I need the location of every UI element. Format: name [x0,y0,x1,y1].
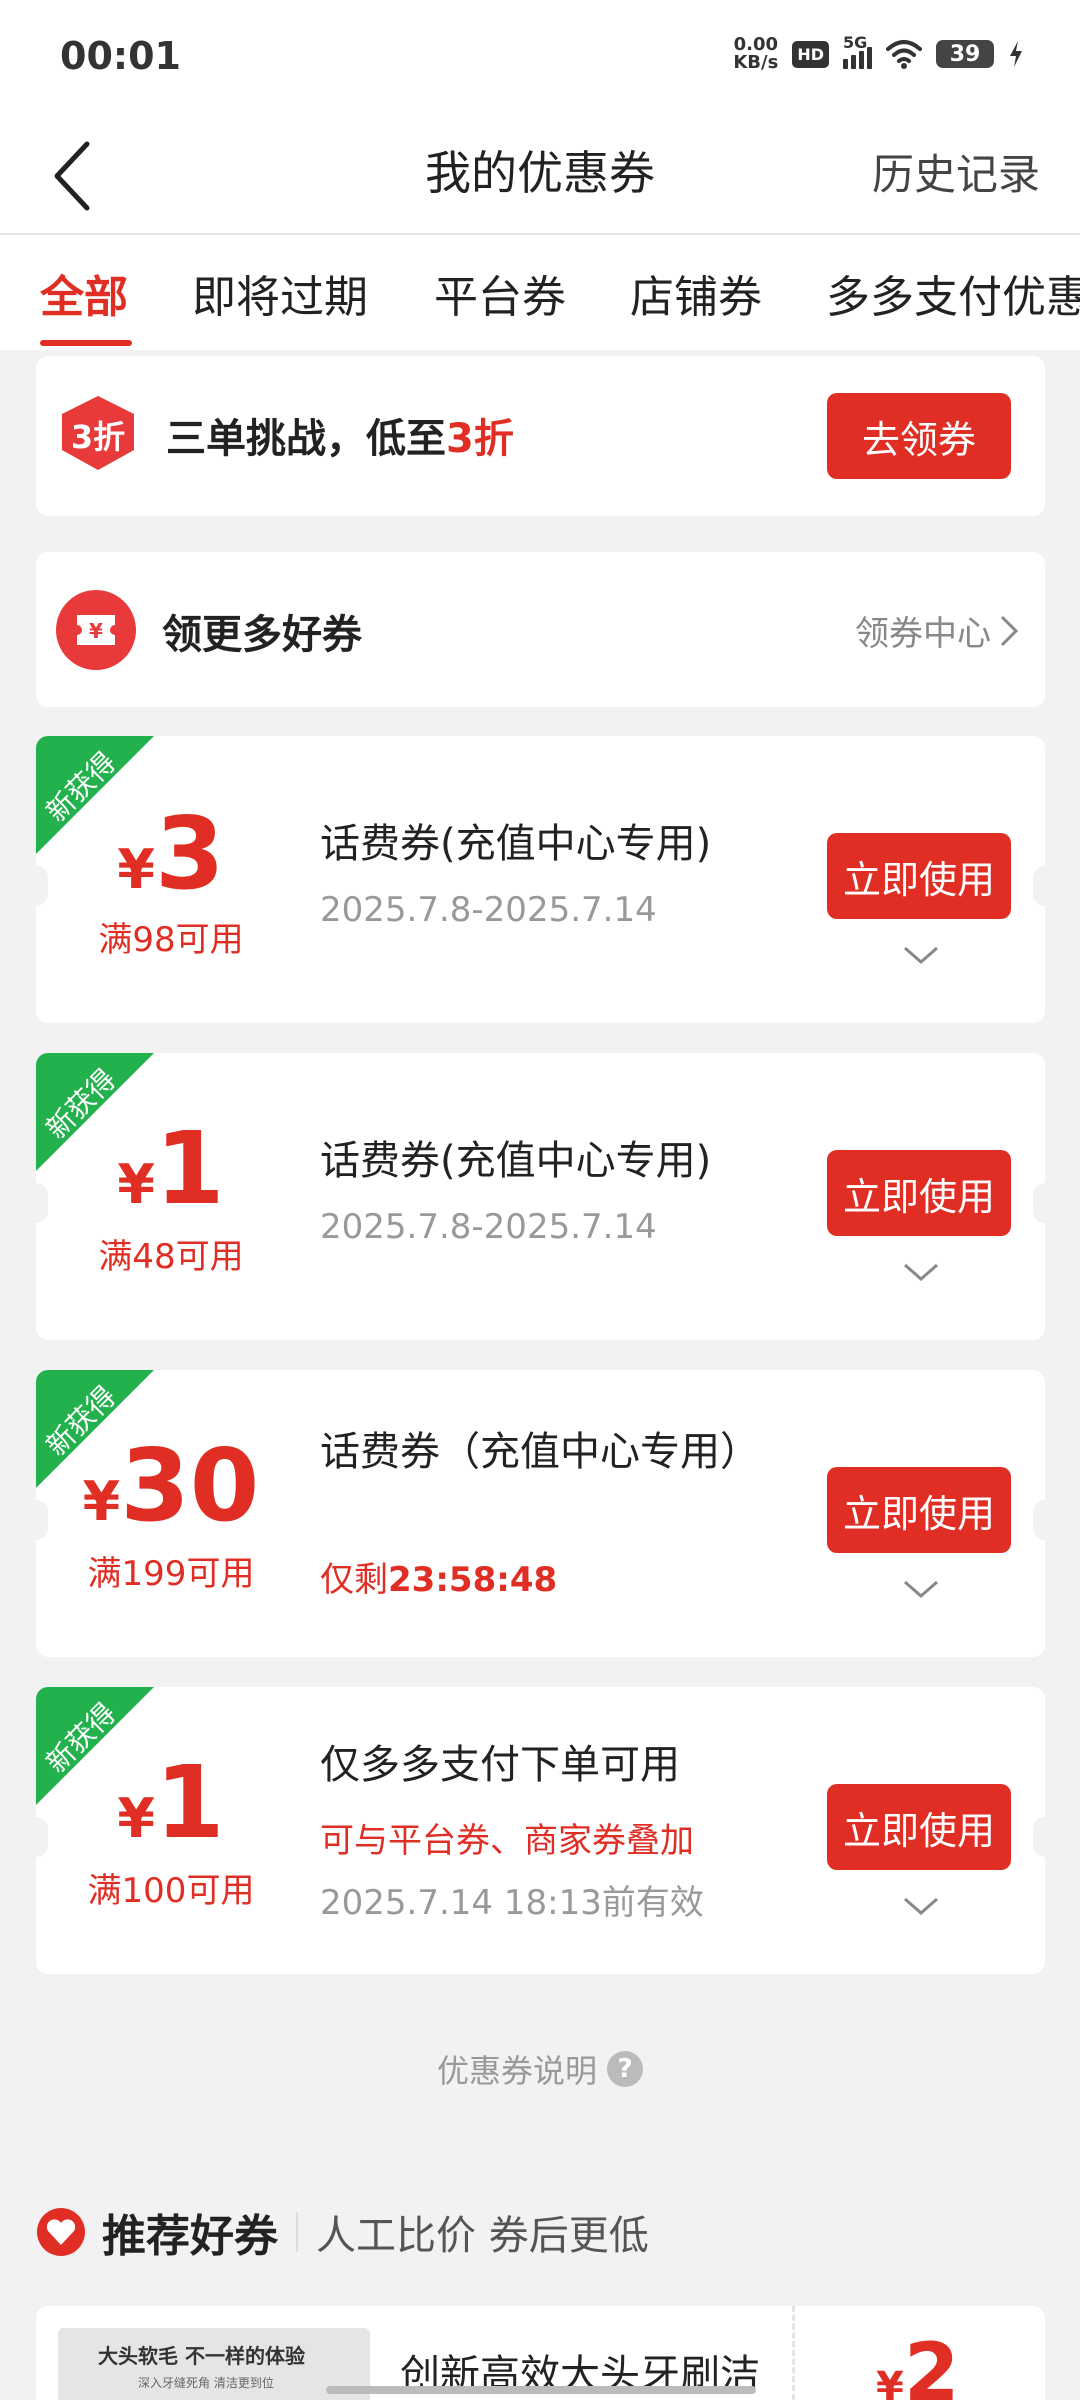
signal-icon: 5G [843,33,872,69]
countdown-prefix: 仅剩 [320,1560,388,1600]
challenge-banner: 3折 三单挑战，低至3折 去领券 [36,356,1045,516]
more-coupons-card[interactable]: ¥ 领更多好券 领券中心 [36,552,1045,707]
product-image-subtext: 深入牙缝死角 清洁更到位 [138,2376,274,2390]
amount-value: 1 [154,1110,225,1227]
hd-icon: HD [792,40,829,68]
use-now-button[interactable]: 立即使用 [827,1150,1011,1236]
amount-value: 3 [154,795,225,912]
get-coupon-button[interactable]: 去领券 [827,393,1011,479]
product-image-text: 大头软毛 不一样的体验 [98,2344,305,2368]
coupon-title: 话费券(充值中心专用) [320,821,712,867]
status-icons: 0.00 KB/s HD 5G 39 [733,33,1024,72]
coupon-ticket-icon: ¥ [56,590,136,670]
discount-badge-icon: 3折 [56,394,140,472]
chevron-down-icon[interactable] [901,1578,941,1602]
coupon-center-label: 领券中心 [855,614,991,654]
currency-symbol: ¥ [117,838,155,901]
tab-duoduo-pay[interactable]: 多多支付优惠 [826,261,1080,325]
coupon-min-spend: 满48可用 [98,1237,244,1277]
coupon-validity: 2025.7.8-2025.7.14 [320,890,657,930]
coupon-card: 新获得 ¥3 满98可用 话费券(充值中心专用) 2025.7.8-2025.7… [36,736,1045,1023]
status-bar: 00:01 0.00 KB/s HD 5G 39 [0,0,1080,115]
net-speed-unit: KB/s [733,52,779,73]
tab-store[interactable]: 店铺券 [630,261,762,325]
coupon-center-link[interactable]: 领券中心 [855,606,1019,655]
svg-text:¥: ¥ [89,619,103,643]
tab-expiring[interactable]: 即将过期 [192,261,368,325]
question-icon: ? [607,2051,643,2087]
chevron-down-icon[interactable] [901,944,941,968]
recommend-header: 推荐好券 人工比价 券后更低 [36,2200,649,2264]
challenge-text: 三单挑战，低至3折 [166,406,514,464]
amount-value: 1 [154,1744,225,1861]
stacking-note: 可与平台券、商家券叠加 [320,1821,694,1861]
wifi-icon [886,40,922,69]
coupon-card: 新获得 ¥30 满199可用 话费券（充值中心专用） 仅剩23:58:48 立即… [36,1370,1045,1657]
coupon-validity: 2025.7.14 18:13前有效 [320,1883,704,1923]
discount-badge-text: 3折 [70,418,126,456]
coupon-amount: ¥1 [36,1119,306,1219]
currency-symbol: ¥ [876,2364,904,2400]
currency-symbol: ¥ [117,1153,155,1216]
coupon-card: 新获得 ¥1 满48可用 话费券(充值中心专用) 2025.7.8-2025.7… [36,1053,1045,1340]
currency-symbol: ¥ [82,1470,121,1533]
use-now-button[interactable]: 立即使用 [827,1467,1011,1553]
amount-value: 30 [120,1427,260,1544]
coupon-title: 话费券(充值中心专用) [320,1138,712,1184]
tab-platform[interactable]: 平台券 [434,261,566,325]
signal-label: 5G [843,33,868,52]
coupon-instructions-link[interactable]: 优惠券说明 ? [0,2046,1080,2092]
countdown: 仅剩23:58:48 [320,1552,557,1601]
more-coupons-title: 领更多好券 [162,612,362,658]
coupon-amount: ¥1 [36,1753,306,1853]
separator [296,2212,298,2252]
coupon-min-spend: 满199可用 [87,1554,255,1594]
chevron-right-icon [1000,615,1019,646]
tab-all[interactable]: 全部 [40,261,128,325]
charging-icon [1010,41,1022,67]
challenge-text-prefix: 三单挑战，低至 [166,416,446,462]
recommend-subtitle: 人工比价 券后更低 [316,2213,649,2259]
net-speed: 0.00 KB/s [733,36,778,72]
dashed-divider [792,2306,795,2400]
battery-icon: 39 [936,40,994,68]
coupon-card: 新获得 ¥1 满100可用 仅多多支付下单可用 可与平台券、商家券叠加 2025… [36,1687,1045,1974]
coupon-title: 仅多多支付下单可用 [320,1742,680,1788]
price-value: 2 [903,2326,960,2400]
status-time: 00:01 [60,34,181,78]
home-indicator[interactable] [326,2386,756,2394]
heart-badge-icon [37,2208,85,2256]
chevron-down-icon[interactable] [901,1261,941,1285]
active-tab-indicator [40,340,132,346]
coupon-min-spend: 满100可用 [87,1871,255,1911]
challenge-text-highlight: 3折 [446,416,514,462]
use-now-button[interactable]: 立即使用 [827,1784,1011,1870]
chevron-down-icon[interactable] [901,1895,941,1919]
currency-symbol: ¥ [117,1787,155,1850]
coupon-amount: ¥3 [36,804,306,904]
coupon-min-spend: 满98可用 [98,920,244,960]
coupon-validity: 2025.7.8-2025.7.14 [320,1207,657,1247]
coupon-instructions-label: 优惠券说明 [436,2052,597,2090]
recommend-title: 推荐好券 [102,2211,278,2262]
countdown-timer: 23:58:48 [388,1560,558,1600]
coupon-title: 话费券（充值中心专用） [320,1429,760,1475]
coupon-tabs: 全部 即将过期 平台券 店铺券 多多支付优惠 [0,235,1080,350]
nav-bar: 我的优惠券 历史记录 [0,115,1080,235]
history-button[interactable]: 历史记录 [872,141,1040,202]
product-coupon-price: ¥2 [876,2326,960,2400]
product-image: 大头软毛 不一样的体验 深入牙缝死角 清洁更到位 [58,2328,370,2400]
use-now-button[interactable]: 立即使用 [827,833,1011,919]
coupon-amount: ¥30 [36,1436,306,1536]
